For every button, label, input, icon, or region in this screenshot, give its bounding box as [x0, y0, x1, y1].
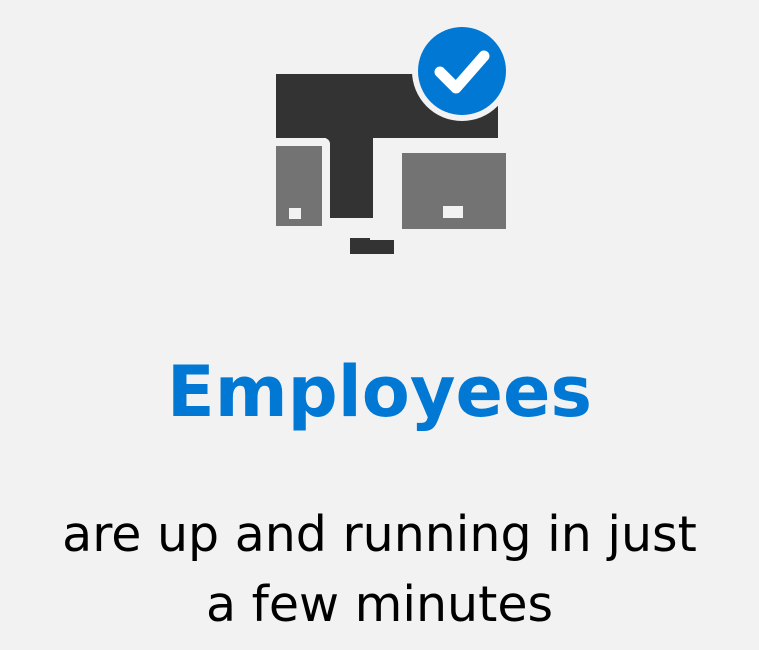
- devices-with-checkmark-icon: [268, 22, 514, 254]
- hero-panel: Employees are up and running in just a f…: [0, 0, 759, 650]
- subtitle-line-1: are up and running in just: [62, 506, 697, 563]
- subtitle-text: are up and running in just a few minutes: [0, 500, 759, 640]
- subtitle-line-2: a few minutes: [206, 576, 553, 633]
- heading-employees: Employees: [166, 351, 593, 433]
